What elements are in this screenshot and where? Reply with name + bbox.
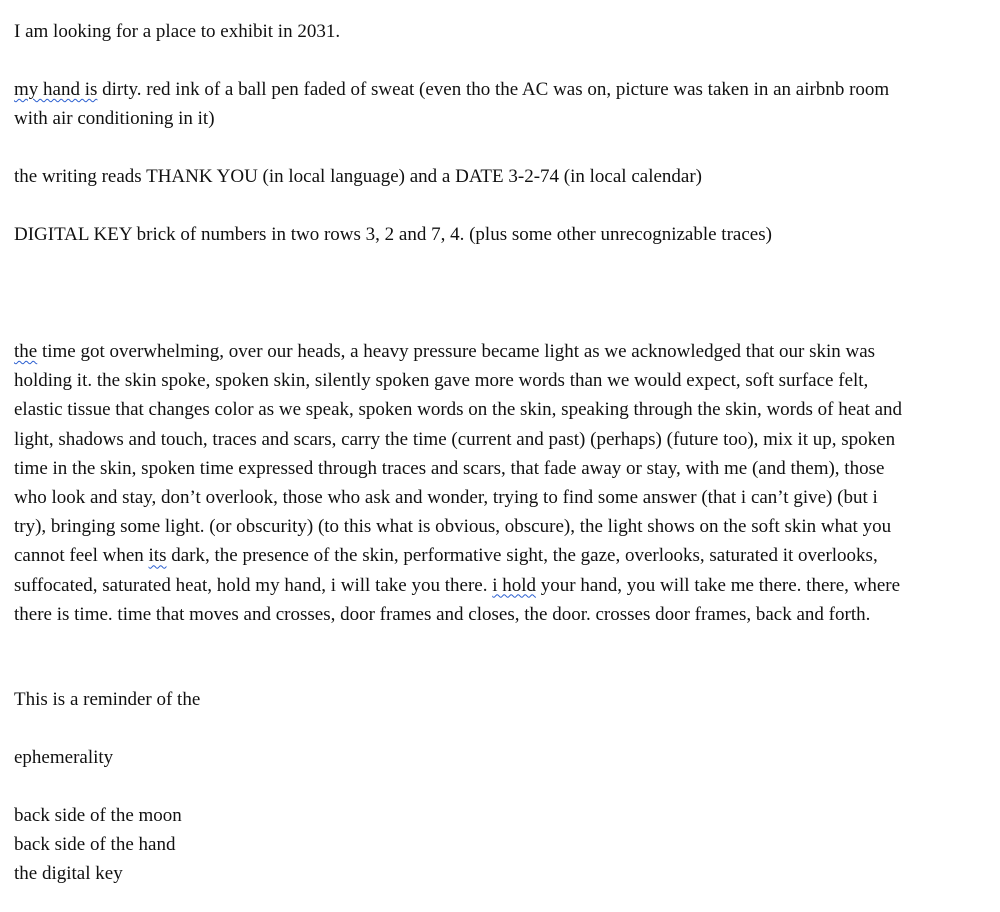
essay-line: elastic tissue that changes color as we … [14, 399, 903, 421]
intro-line-hand-text: dirty. red ink of a ball pen faded of sw… [97, 79, 890, 100]
essay-line: who look and stay, don’t overlook, those… [14, 487, 878, 509]
closing-moon: back side of the moon [14, 805, 182, 826]
essay-line: try), bringing some light. (or obscurity… [14, 516, 892, 538]
essay-line: holding it. the skin spoke, spoken skin,… [14, 370, 869, 392]
intro-line-exhibit: I am looking for a place to exhibit in 2… [14, 21, 341, 42]
essay-line: cannot feel when its dark, the presence … [14, 541, 999, 570]
closing-hand: back side of the hand [14, 834, 176, 855]
intro-line-writing: the writing reads THANK YOU (in local la… [14, 166, 702, 187]
intro-line-digital-key: DIGITAL KEY brick of numbers in two rows… [14, 224, 772, 245]
essay-text: dark, the presence of the skin, performa… [166, 545, 878, 567]
spellcheck-flagged-text[interactable]: the [14, 341, 37, 362]
closing-ephemerality: ephemerality [14, 747, 114, 768]
intro-line-hand-continued: with air conditioning in it) [14, 108, 215, 129]
closing-digital-key: the digital key [14, 863, 123, 884]
essay-line: there is time. time that moves and cross… [14, 603, 871, 625]
essay-text: time got overwhelming, over our heads, a… [37, 341, 876, 362]
spellcheck-flagged-text[interactable]: my hand is [14, 79, 97, 100]
essay-line: time in the skin, spoken time expressed … [14, 457, 885, 479]
essay-paragraph: the time got overwhelming, over our head… [14, 337, 999, 629]
essay-line: suffocated, saturated heat, hold my hand… [14, 571, 999, 600]
essay-line: light, shadows and touch, traces and sca… [14, 428, 896, 450]
spellcheck-flagged-text[interactable]: i hold [492, 575, 536, 596]
closing-reminder: This is a reminder of the [14, 689, 201, 710]
essay-line: the time got overwhelming, over our head… [14, 337, 999, 366]
essay-text: your hand, you will take me there. there… [536, 574, 901, 596]
essay-text: suffocated, saturated heat, hold my hand… [14, 574, 493, 596]
intro-line-hand: my hand is dirty. red ink of a ball pen … [14, 75, 889, 104]
essay-text: cannot feel when [14, 545, 149, 567]
spellcheck-flagged-text[interactable]: its [149, 545, 167, 566]
